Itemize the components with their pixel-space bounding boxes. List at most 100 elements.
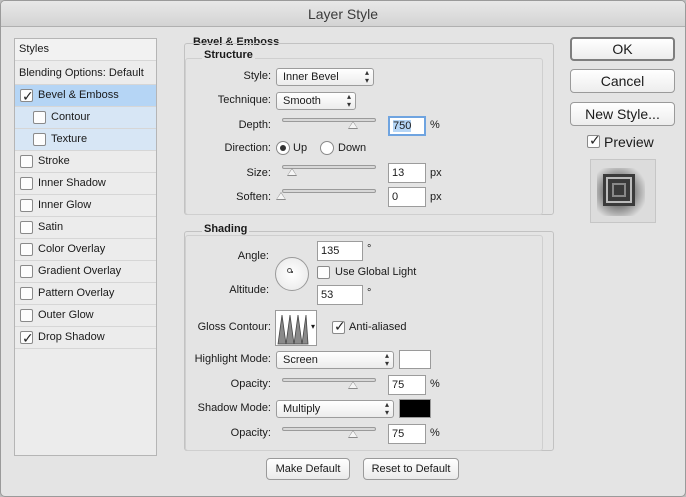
style-item-label: Contour [51, 111, 91, 123]
size-slider-thumb[interactable] [287, 168, 297, 176]
blending-options-item[interactable]: Blending Options: Default [15, 63, 156, 85]
shading-title: Shading [202, 223, 250, 235]
style-item[interactable]: Texture [15, 129, 156, 151]
checkmark-icon: ✓ [22, 330, 34, 346]
depth-slider-thumb[interactable] [348, 121, 358, 129]
style-item[interactable]: Inner Glow [15, 195, 156, 217]
depth-value: 750 [393, 120, 412, 132]
reset-to-default-button[interactable]: Reset to Default [363, 458, 459, 480]
gloss-contour-curve-icon [277, 314, 309, 345]
styles-header[interactable]: Styles [15, 39, 156, 61]
style-item-label: Outer Glow [38, 309, 94, 321]
size-label: Size: [246, 167, 271, 179]
style-item-checkbox[interactable] [20, 265, 33, 278]
styles-list: Styles Blending Options: Default ✓ Bevel … [14, 38, 157, 456]
blending-options-label: Blending Options: Default [19, 67, 144, 79]
style-item-checkbox[interactable] [33, 133, 46, 146]
style-item-label: Gradient Overlay [38, 265, 122, 277]
global-light-checkbox[interactable] [317, 266, 330, 279]
highlight-mode-select[interactable]: Screen ▴ ▾ [276, 351, 394, 369]
shadow-mode-label: Shadow Mode: [197, 402, 271, 414]
style-item-checkbox[interactable] [20, 221, 33, 234]
altitude-label: Altitude: [229, 284, 269, 296]
style-select[interactable]: Inner Bevel ▴ ▾ [276, 68, 374, 86]
altitude-unit: ° [367, 287, 372, 299]
shadow-color-swatch[interactable] [399, 399, 431, 418]
depth-slider[interactable] [282, 118, 376, 122]
style-item-checkbox[interactable]: ✓ [20, 330, 34, 346]
style-item-label: Drop Shadow [38, 331, 105, 343]
new-style-button[interactable]: New Style... [570, 102, 675, 126]
select-arrows-icon: ▴ ▾ [384, 351, 389, 368]
technique-select[interactable]: Smooth ▴ ▾ [276, 92, 356, 110]
technique-value: Smooth [283, 95, 321, 107]
style-item-checkbox[interactable]: ✓ [20, 88, 34, 104]
size-input[interactable]: 13 [388, 163, 426, 183]
style-item-checkbox[interactable] [20, 287, 33, 300]
ok-button[interactable]: OK [570, 37, 675, 61]
soften-slider-thumb[interactable] [276, 192, 286, 200]
angle-dial[interactable] [275, 257, 309, 291]
direction-label: Direction: [224, 142, 271, 154]
style-item[interactable]: Gradient Overlay [15, 261, 156, 283]
highlight-opacity-unit: % [430, 378, 440, 390]
shadow-mode-select[interactable]: Multiply ▴ ▾ [276, 400, 394, 418]
altitude-input[interactable]: 53 [317, 285, 363, 305]
style-item-checkbox[interactable] [20, 309, 33, 322]
style-item[interactable]: ✓ Bevel & Emboss [15, 85, 156, 107]
style-item[interactable]: ✓ Drop Shadow [15, 327, 156, 349]
soften-unit: px [430, 191, 442, 203]
style-item-checkbox[interactable] [20, 177, 33, 190]
style-item[interactable]: Color Overlay [15, 239, 156, 261]
soften-slider[interactable] [282, 189, 376, 193]
global-light-label: Use Global Light [335, 266, 417, 278]
style-item-checkbox[interactable] [20, 155, 33, 168]
shadow-mode-value: Multiply [283, 403, 321, 415]
technique-label: Technique: [217, 94, 271, 106]
preview-thumbnail [590, 159, 656, 223]
style-item[interactable]: Inner Shadow [15, 173, 156, 195]
shadow-opacity-slider[interactable] [282, 427, 376, 431]
highlight-opacity-slider[interactable] [282, 378, 376, 382]
preview-checkbox[interactable]: ✓ [587, 132, 601, 148]
direction-up-radio[interactable] [276, 141, 290, 155]
highlight-color-swatch[interactable] [399, 350, 431, 369]
style-item[interactable]: Outer Glow [15, 305, 156, 327]
style-item-checkbox[interactable] [33, 111, 46, 124]
highlight-mode-label: Highlight Mode: [194, 353, 271, 365]
cancel-button[interactable]: Cancel [570, 69, 675, 93]
shadow-opacity-label: Opacity: [230, 427, 271, 439]
highlight-opacity-input[interactable]: 75 [388, 375, 426, 395]
style-item[interactable]: Stroke [15, 151, 156, 173]
select-arrows-icon: ▴ ▾ [384, 400, 389, 417]
anti-aliased-checkbox[interactable]: ✓ [332, 318, 346, 334]
dropdown-arrow-icon: ▾ [310, 322, 315, 331]
style-item-label: Color Overlay [38, 243, 106, 255]
angle-input[interactable]: 135 [317, 241, 363, 261]
depth-label: Depth: [238, 119, 271, 131]
anti-aliased-label: Anti-aliased [349, 321, 407, 333]
style-item[interactable]: Contour [15, 107, 156, 129]
highlight-opacity-label: Opacity: [230, 378, 271, 390]
style-item-checkbox[interactable] [20, 199, 33, 212]
gloss-contour-picker[interactable]: ▾ [275, 310, 317, 346]
style-item[interactable]: Pattern Overlay [15, 283, 156, 305]
style-item-label: Stroke [38, 155, 70, 167]
style-item[interactable]: Satin [15, 217, 156, 239]
depth-input[interactable]: 750 [388, 116, 426, 136]
highlight-mode-value: Screen [283, 354, 318, 366]
direction-down-label: Down [338, 142, 367, 154]
structure-title: Structure [202, 49, 255, 61]
style-item-checkbox[interactable] [20, 243, 33, 256]
depth-unit: % [430, 119, 440, 131]
soften-input[interactable]: 0 [388, 187, 426, 207]
highlight-opacity-thumb[interactable] [348, 381, 358, 389]
style-label: Style: [243, 70, 271, 82]
select-arrows-icon: ▴ ▾ [364, 68, 369, 85]
style-item-label: Inner Shadow [38, 177, 106, 189]
shadow-opacity-input[interactable]: 75 [388, 424, 426, 444]
direction-down-radio[interactable] [320, 141, 334, 155]
gloss-contour-label: Gloss Contour: [197, 321, 271, 333]
shadow-opacity-thumb[interactable] [348, 430, 358, 438]
make-default-button[interactable]: Make Default [266, 458, 350, 480]
